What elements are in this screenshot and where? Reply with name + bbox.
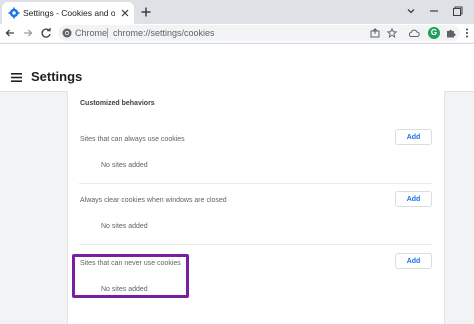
divider <box>79 183 432 184</box>
hamburger-menu-icon[interactable] <box>11 73 22 82</box>
close-icon[interactable] <box>120 8 130 18</box>
puzzle-extensions-icon[interactable] <box>445 27 457 39</box>
restore-icon[interactable] <box>452 5 464 17</box>
site-label: Chrome <box>75 28 108 38</box>
reload-icon[interactable] <box>40 27 52 39</box>
tab-settings[interactable]: Settings - Cookies and other site <box>2 2 134 24</box>
page-title: Settings <box>31 69 83 84</box>
section-title: Customized behaviors <box>80 100 155 107</box>
omnibox-separator <box>107 28 108 38</box>
share-icon[interactable] <box>370 28 380 38</box>
minimize-icon[interactable] <box>428 5 440 17</box>
star-icon[interactable] <box>387 28 397 38</box>
clear-on-exit-empty-text: No sites added <box>101 223 148 230</box>
tab-strip: Settings - Cookies and other site <box>0 0 474 24</box>
always-allow-empty-text: No sites added <box>101 162 148 169</box>
address-bar[interactable]: Chrome chrome://settings/cookies <box>58 25 460 41</box>
add-clear-on-exit-button[interactable]: Add <box>395 191 432 207</box>
toolbar: Chrome chrome://settings/cookies G <box>0 24 474 42</box>
cloud-extension-icon[interactable] <box>408 27 420 39</box>
add-block-button[interactable]: Add <box>395 253 432 269</box>
back-arrow-icon[interactable] <box>4 27 16 39</box>
url-text[interactable]: chrome://settings/cookies <box>113 25 215 41</box>
chrome-logo-icon <box>62 28 72 38</box>
settings-header: Settings <box>0 43 474 92</box>
highlight-box <box>72 254 189 298</box>
clear-on-exit-label: Always clear cookies when windows are cl… <box>80 197 227 204</box>
more-vertical-icon[interactable] <box>461 27 473 39</box>
add-allow-button[interactable]: Add <box>395 129 432 145</box>
chevron-down-icon[interactable] <box>405 5 417 17</box>
gear-icon <box>8 7 20 19</box>
forward-arrow-icon[interactable] <box>22 27 34 39</box>
new-tab-plus-icon[interactable] <box>140 6 152 18</box>
always-allow-label: Sites that can always use cookies <box>80 136 185 143</box>
divider <box>79 244 432 245</box>
profile-avatar[interactable]: G <box>428 27 440 39</box>
tab-title: Settings - Cookies and other site <box>23 8 115 18</box>
